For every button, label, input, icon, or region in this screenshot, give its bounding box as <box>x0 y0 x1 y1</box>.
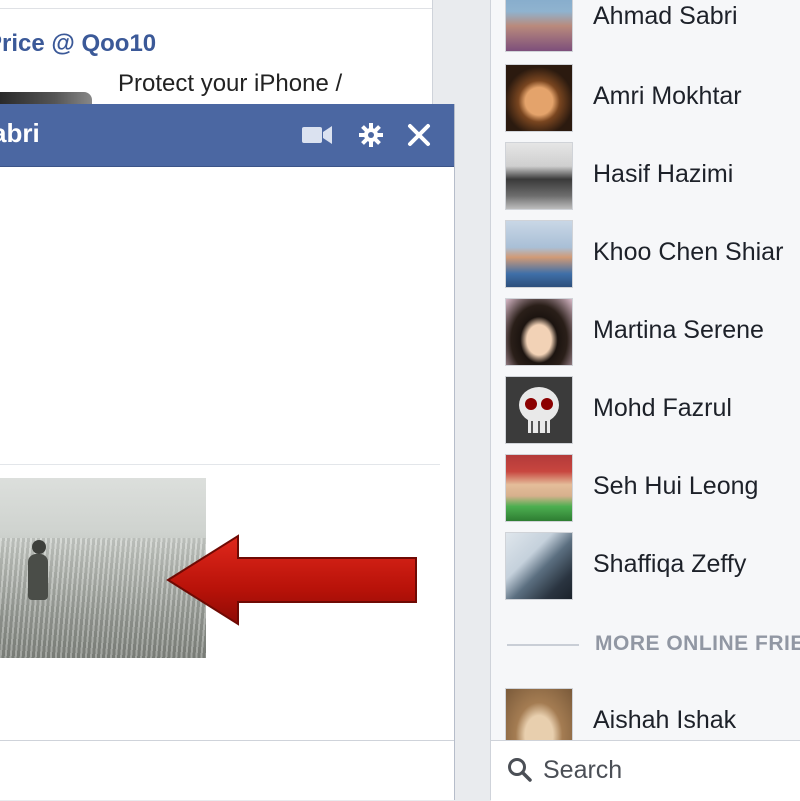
avatar <box>505 532 573 600</box>
chat-input-divider <box>0 740 454 741</box>
contact-amri-mokhtar[interactable]: Amri Mokhtar <box>491 62 800 140</box>
avatar <box>505 454 573 522</box>
contact-shaffiqa-zeffy[interactable]: Shaffiqa Zeffy <box>491 530 800 608</box>
search-placeholder: Search <box>543 756 623 784</box>
close-icon[interactable] <box>402 120 436 150</box>
avatar <box>505 142 573 210</box>
chat-title[interactable]: abri <box>0 118 40 149</box>
avatar <box>505 64 573 132</box>
divider <box>0 8 432 9</box>
contact-name: Khoo Chen Shiar <box>593 238 784 266</box>
chat-search-input[interactable]: Search <box>491 740 800 801</box>
contact-name: Aishah Ishak <box>593 706 737 734</box>
section-divider <box>507 644 579 646</box>
contact-ahmad-sabri[interactable]: Ahmad Sabri <box>491 0 800 60</box>
post-description: Protect your iPhone / <box>118 70 343 97</box>
search-icon <box>508 758 532 782</box>
contact-name: Martina Serene <box>593 316 764 344</box>
contact-martina-serene[interactable]: Martina Serene <box>491 296 800 374</box>
chat-header[interactable]: abri <box>0 104 454 167</box>
contact-name: Ahmad Sabri <box>593 2 738 30</box>
photo-person <box>32 540 46 554</box>
avatar <box>505 298 573 366</box>
gear-icon[interactable] <box>354 120 388 150</box>
contact-mohd-fazrul[interactable]: Mohd Fazrul <box>491 374 800 452</box>
contact-seh-hui-leong[interactable]: Seh Hui Leong <box>491 452 800 530</box>
contact-name: Mohd Fazrul <box>593 394 732 422</box>
contact-name: Seh Hui Leong <box>593 472 759 500</box>
contact-khoo-chen-shiar[interactable]: Khoo Chen Shiar <box>491 218 800 296</box>
video-call-icon[interactable] <box>300 120 334 150</box>
avatar <box>505 376 573 444</box>
message-divider <box>0 464 440 465</box>
chat-window: abri <box>0 104 455 800</box>
contact-hasif-hazimi[interactable]: Hasif Hazimi <box>491 140 800 218</box>
post-title-link[interactable]: Price @ Qoo10 <box>0 30 156 58</box>
contact-name: Hasif Hazimi <box>593 160 734 188</box>
avatar <box>505 220 573 288</box>
photo-person-body <box>28 554 48 600</box>
contact-name: Amri Mokhtar <box>593 82 742 110</box>
avatar <box>505 0 573 52</box>
chat-sidebar: Ahmad Sabri Amri Mokhtar Hasif Hazimi Kh… <box>490 0 800 801</box>
more-online-friends-label: MORE ONLINE FRIE <box>595 632 800 655</box>
contact-name: Shaffiqa Zeffy <box>593 550 747 578</box>
red-arrow-annotation <box>166 534 418 626</box>
